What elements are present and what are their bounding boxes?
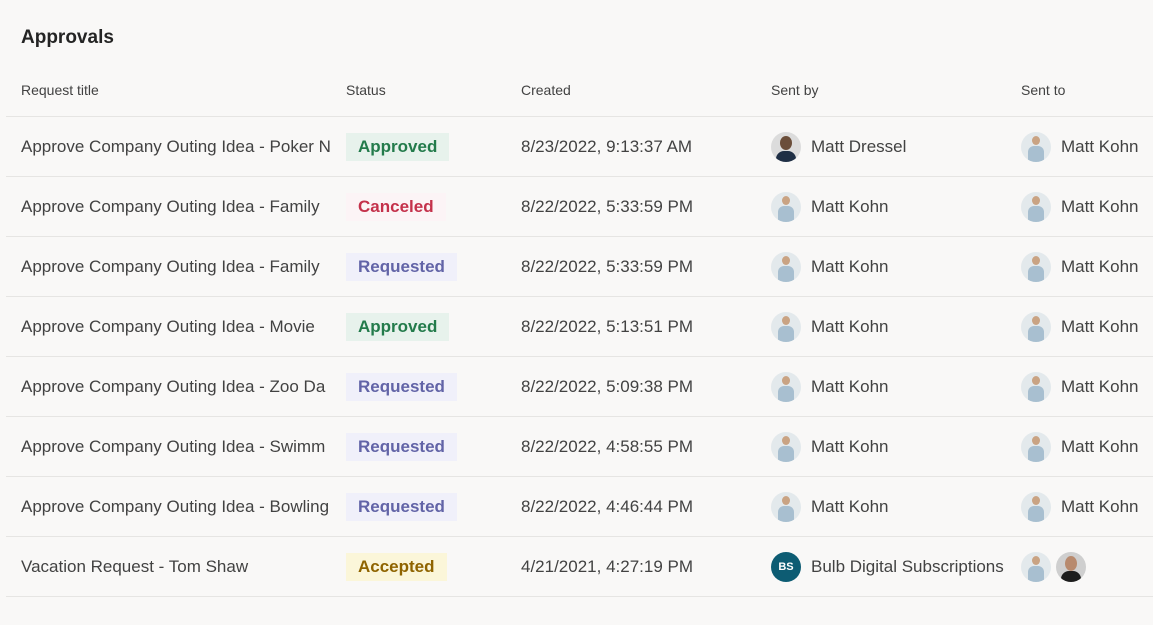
sent-to-cell: Matt Kohn xyxy=(1021,177,1153,236)
status-badge: Canceled xyxy=(346,192,446,221)
avatar xyxy=(1056,551,1086,582)
sent-by-name: Bulb Digital Subscriptions xyxy=(811,556,1004,576)
status-badge: Requested xyxy=(346,492,457,521)
avatar xyxy=(1021,491,1051,522)
table-row[interactable]: Approve Company Outing Idea - Swimm Reque… xyxy=(6,417,1153,477)
avatar xyxy=(771,431,801,462)
column-header-request-title[interactable]: Request title xyxy=(21,82,99,98)
created-date: 8/22/2022, 5:33:59 PM xyxy=(521,196,694,216)
created-date: 8/22/2022, 5:33:59 PM xyxy=(521,256,694,276)
sent-to-name: Matt Kohn xyxy=(1061,436,1139,456)
table-row[interactable]: Approve Company Outing Idea - Poker N App… xyxy=(6,117,1153,177)
request-title[interactable]: Approve Company Outing Idea - Poker N xyxy=(21,117,331,176)
status-badge: Approved xyxy=(346,312,450,341)
table-row[interactable]: Approve Company Outing Idea - Family Requ… xyxy=(6,237,1153,297)
sent-to-name: Matt Kohn xyxy=(1061,496,1139,516)
sent-by-name: Matt Kohn xyxy=(811,196,889,216)
avatar xyxy=(1021,251,1051,282)
status-badge: Requested xyxy=(346,432,457,461)
avatar xyxy=(1021,311,1051,342)
sent-to-cell: Matt Kohn xyxy=(1021,417,1153,476)
avatar xyxy=(771,311,801,342)
sent-by-cell: BS Bulb Digital Subscriptions xyxy=(771,537,1007,596)
sent-by-name: Matt Dressel xyxy=(811,136,907,156)
request-title[interactable]: Approve Company Outing Idea - Bowling xyxy=(21,477,331,536)
status-badge: Requested xyxy=(346,372,457,401)
table-body: Approve Company Outing Idea - Poker N App… xyxy=(6,117,1153,597)
status-cell: Requested xyxy=(346,237,506,296)
avatar xyxy=(1021,551,1051,582)
avatar xyxy=(771,131,801,162)
avatar xyxy=(771,251,801,282)
table-row[interactable]: Approve Company Outing Idea - Zoo Da Requ… xyxy=(6,357,1153,417)
sent-by-cell: Matt Dressel xyxy=(771,117,1007,176)
sent-to-name: Matt Kohn xyxy=(1061,256,1139,276)
sent-by-cell: Matt Kohn xyxy=(771,177,1007,236)
table-row[interactable]: Approve Company Outing Idea - Family Canc… xyxy=(6,177,1153,237)
table-header: Request title Status Created Sent by Sen… xyxy=(6,70,1153,117)
sent-to-cell: Matt Kohn xyxy=(1021,117,1153,176)
avatar xyxy=(771,191,801,222)
sent-by-cell: Matt Kohn xyxy=(771,417,1007,476)
sent-by-cell: Matt Kohn xyxy=(771,477,1007,536)
table-row[interactable]: Approve Company Outing Idea - Bowling Req… xyxy=(6,477,1153,537)
avatar xyxy=(1021,431,1051,462)
avatar xyxy=(1021,131,1051,162)
avatar xyxy=(771,371,801,402)
sent-to-cell xyxy=(1021,537,1153,596)
avatar-initials: BS xyxy=(771,551,801,582)
sent-to-cell: Matt Kohn xyxy=(1021,477,1153,536)
approvals-page: Approvals Request title Status Created S… xyxy=(0,0,1153,625)
sent-by-name: Matt Kohn xyxy=(811,436,889,456)
approvals-table: Request title Status Created Sent by Sen… xyxy=(6,70,1153,597)
column-header-sent-to[interactable]: Sent to xyxy=(1021,82,1065,98)
created-date: 8/22/2022, 5:09:38 PM xyxy=(521,376,694,396)
sent-to-name: Matt Kohn xyxy=(1061,316,1139,336)
created-date: 8/22/2022, 5:13:51 PM xyxy=(521,316,694,336)
table-row[interactable]: Vacation Request - Tom Shaw Accepted 4/21/… xyxy=(6,537,1153,597)
status-cell: Requested xyxy=(346,477,506,536)
avatar xyxy=(1021,191,1051,222)
request-title[interactable]: Approve Company Outing Idea - Movie xyxy=(21,297,331,356)
status-cell: Approved xyxy=(346,297,506,356)
status-cell: Requested xyxy=(346,357,506,416)
sent-to-name: Matt Kohn xyxy=(1061,196,1139,216)
request-title[interactable]: Approve Company Outing Idea - Swimm xyxy=(21,417,331,476)
sent-by-name: Matt Kohn xyxy=(811,496,889,516)
status-cell: Canceled xyxy=(346,177,506,236)
created-date: 4/21/2021, 4:27:19 PM xyxy=(521,556,694,576)
request-title[interactable]: Vacation Request - Tom Shaw xyxy=(21,537,331,596)
created-date: 8/22/2022, 4:58:55 PM xyxy=(521,436,694,456)
sent-by-cell: Matt Kohn xyxy=(771,237,1007,296)
column-header-status[interactable]: Status xyxy=(346,82,386,98)
status-badge: Approved xyxy=(346,132,450,161)
sent-to-cell: Matt Kohn xyxy=(1021,237,1153,296)
request-title[interactable]: Approve Company Outing Idea - Zoo Da xyxy=(21,357,331,416)
request-title[interactable]: Approve Company Outing Idea - Family xyxy=(21,237,331,296)
status-cell: Requested xyxy=(346,417,506,476)
sent-by-cell: Matt Kohn xyxy=(771,297,1007,356)
column-header-sent-by[interactable]: Sent by xyxy=(771,82,818,98)
status-cell: Accepted xyxy=(346,537,506,596)
status-badge: Accepted xyxy=(346,552,447,581)
sent-to-name: Matt Kohn xyxy=(1061,376,1139,396)
status-badge: Requested xyxy=(346,252,457,281)
sent-by-name: Matt Kohn xyxy=(811,256,889,276)
sent-by-name: Matt Kohn xyxy=(811,316,889,336)
status-cell: Approved xyxy=(346,117,506,176)
sent-by-cell: Matt Kohn xyxy=(771,357,1007,416)
avatar xyxy=(771,491,801,522)
column-header-created[interactable]: Created xyxy=(521,82,571,98)
avatar xyxy=(1021,371,1051,402)
created-date: 8/22/2022, 4:46:44 PM xyxy=(521,496,694,516)
sent-by-name: Matt Kohn xyxy=(811,376,889,396)
sent-to-name: Matt Kohn xyxy=(1061,136,1139,156)
page-title: Approvals xyxy=(21,27,114,48)
created-date: 8/23/2022, 9:13:37 AM xyxy=(521,136,693,156)
sent-to-cell: Matt Kohn xyxy=(1021,297,1153,356)
table-row[interactable]: Approve Company Outing Idea - Movie Appro… xyxy=(6,297,1153,357)
request-title[interactable]: Approve Company Outing Idea - Family xyxy=(21,177,331,236)
recipients-avatar-group[interactable] xyxy=(1021,551,1091,582)
sent-to-cell: Matt Kohn xyxy=(1021,357,1153,416)
